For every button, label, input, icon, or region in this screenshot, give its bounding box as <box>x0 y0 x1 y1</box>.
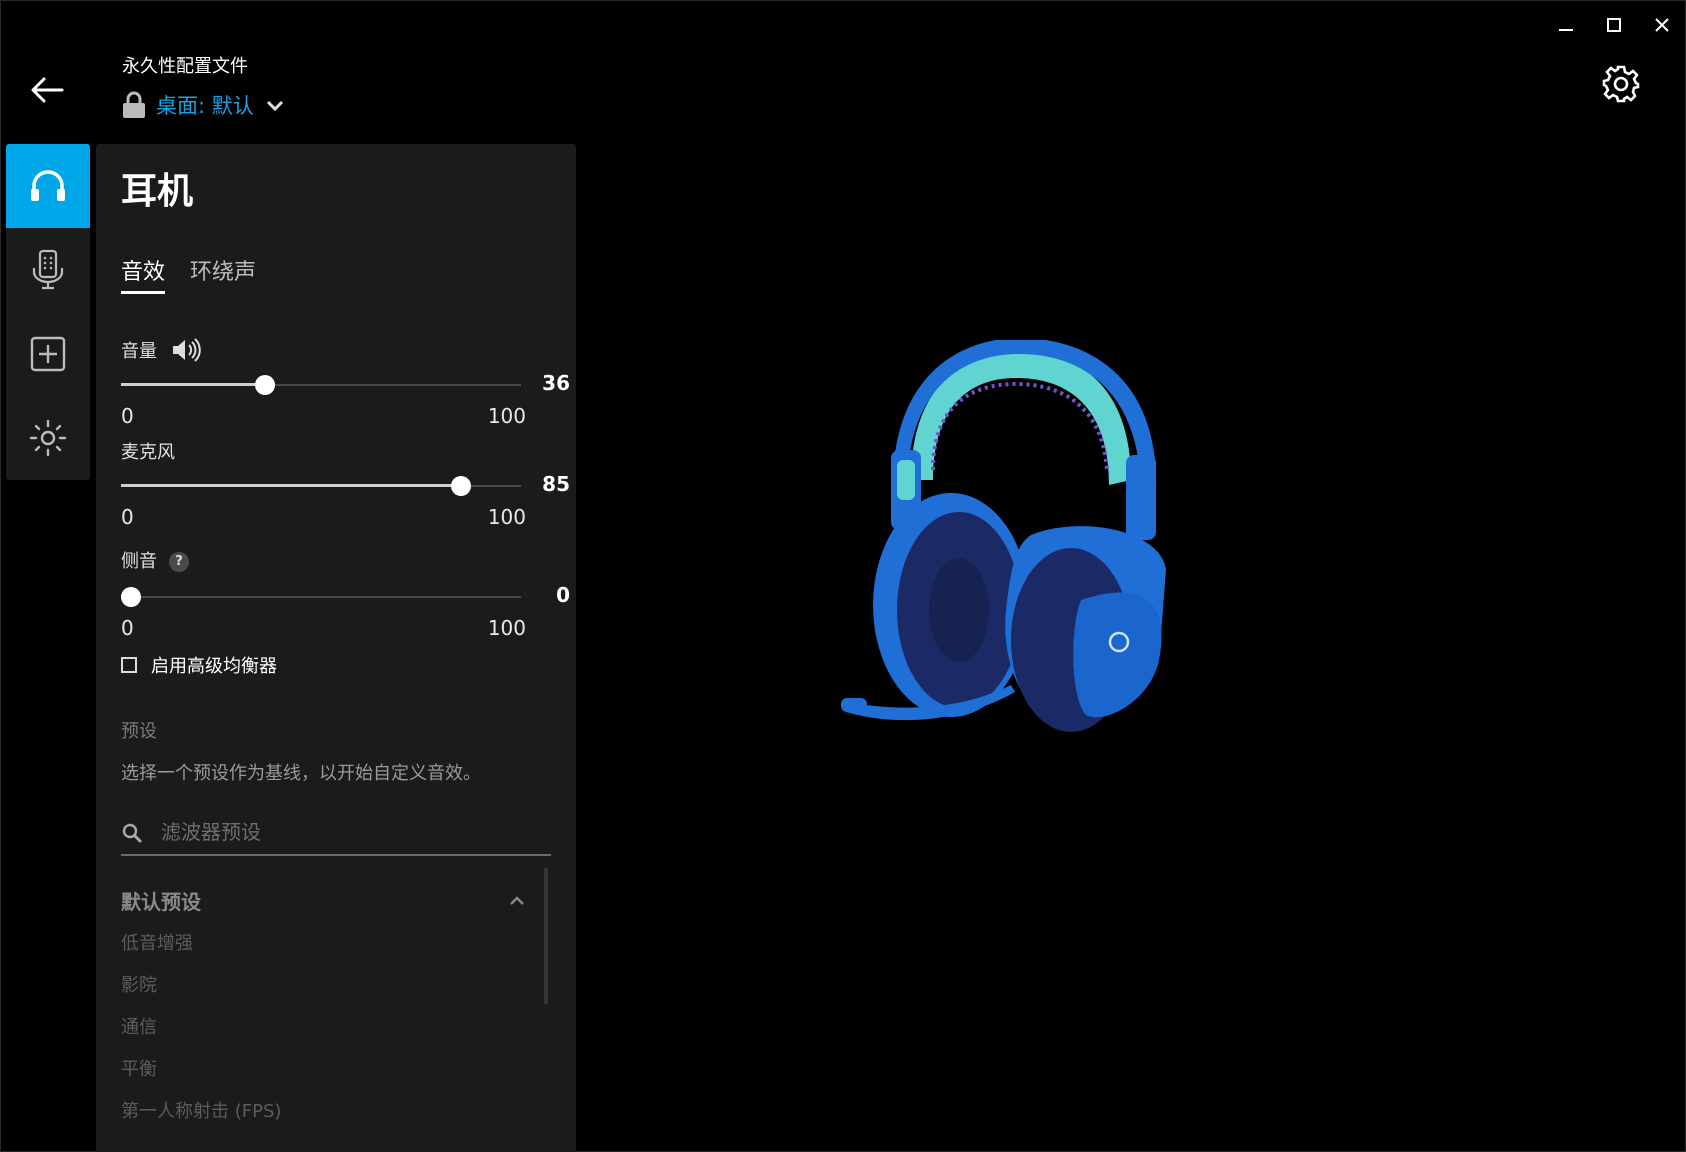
advanced-eq-label: 启用高级均衡器 <box>151 656 277 677</box>
headphones-icon <box>31 170 65 201</box>
volume-value: 36 <box>542 371 570 395</box>
advanced-eq-toggle[interactable]: 启用高级均衡器 <box>121 652 277 678</box>
profile-caption: 永久性配置文件 <box>122 56 248 77</box>
volume-label-row: 音量 <box>121 337 201 363</box>
microphone-value: 85 <box>542 472 570 496</box>
microphone-min: 0 <box>121 505 134 529</box>
preset-search-input[interactable] <box>159 816 543 848</box>
slider-thumb[interactable] <box>121 587 141 607</box>
search-icon <box>122 823 142 843</box>
sidetone-value: 0 <box>556 583 570 607</box>
rail-item-microphone[interactable] <box>6 228 90 312</box>
speaker-icon[interactable] <box>171 337 201 363</box>
arrow-left-icon <box>31 77 64 103</box>
panel-title: 耳机 <box>121 171 194 212</box>
presets-description: 选择一个预设作为基线，以开始自定义音效。 <box>121 763 481 784</box>
preset-filter <box>121 810 551 856</box>
volume-slider[interactable] <box>121 372 521 398</box>
help-icon[interactable]: ? <box>169 551 189 572</box>
profile-name: 桌面: 默认 <box>156 94 254 118</box>
chevron-up-icon <box>510 895 524 905</box>
advanced-eq-checkbox[interactable] <box>121 657 137 673</box>
presets-heading: 预设 <box>121 721 157 742</box>
device-nav-rail <box>6 144 90 480</box>
add-icon <box>30 336 66 372</box>
back-button[interactable] <box>28 70 68 110</box>
preset-item[interactable]: 影院 <box>121 971 157 997</box>
device-preview-area <box>576 0 1686 1152</box>
preset-item[interactable]: 平衡 <box>121 1055 157 1081</box>
tab-sound-effects[interactable]: 音效 <box>121 254 166 294</box>
rail-item-lighting[interactable] <box>6 396 90 480</box>
slider-fill <box>121 484 461 487</box>
profile-selector[interactable]: 桌面: 默认 <box>122 90 286 120</box>
volume-max: 100 <box>487 404 526 428</box>
slider-thumb[interactable] <box>451 476 471 496</box>
microphone-icon <box>32 249 64 290</box>
slider-thumb[interactable] <box>255 375 275 395</box>
lock-icon <box>123 91 145 118</box>
microphone-label: 麦克风 <box>121 442 175 463</box>
preset-item[interactable]: 第一人称射击 (FPS) <box>121 1097 281 1123</box>
volume-min: 0 <box>121 404 134 428</box>
microphone-slider[interactable] <box>121 473 521 499</box>
headset-image <box>841 340 1166 732</box>
default-presets-title: 默认预设 <box>121 890 201 914</box>
sidetone-max: 100 <box>487 616 526 640</box>
headset-settings-panel: 耳机 音效 环绕声 音量 36 0 100 麦克风 85 0 100 侧音? 0… <box>96 144 576 1152</box>
tab-surround[interactable]: 环绕声 <box>190 254 256 286</box>
rail-item-headset[interactable] <box>6 144 90 228</box>
slider-track <box>121 596 521 598</box>
preset-item[interactable]: 低音增强 <box>121 929 193 955</box>
microphone-max: 100 <box>487 505 526 529</box>
rail-item-assignments[interactable] <box>6 312 90 396</box>
chevron-down-icon <box>266 100 283 112</box>
preset-list-scrollbar[interactable] <box>544 868 548 1004</box>
preset-item[interactable]: 通信 <box>121 1013 157 1039</box>
volume-label: 音量 <box>121 341 157 362</box>
sidetone-label-row: 侧音? <box>121 547 189 573</box>
sidetone-label: 侧音 <box>121 551 157 572</box>
sidetone-min: 0 <box>121 616 134 640</box>
default-presets-group-header[interactable]: 默认预设 <box>121 886 526 915</box>
slider-fill <box>121 383 265 386</box>
sidetone-slider[interactable] <box>121 584 521 610</box>
lighting-icon <box>29 419 67 457</box>
